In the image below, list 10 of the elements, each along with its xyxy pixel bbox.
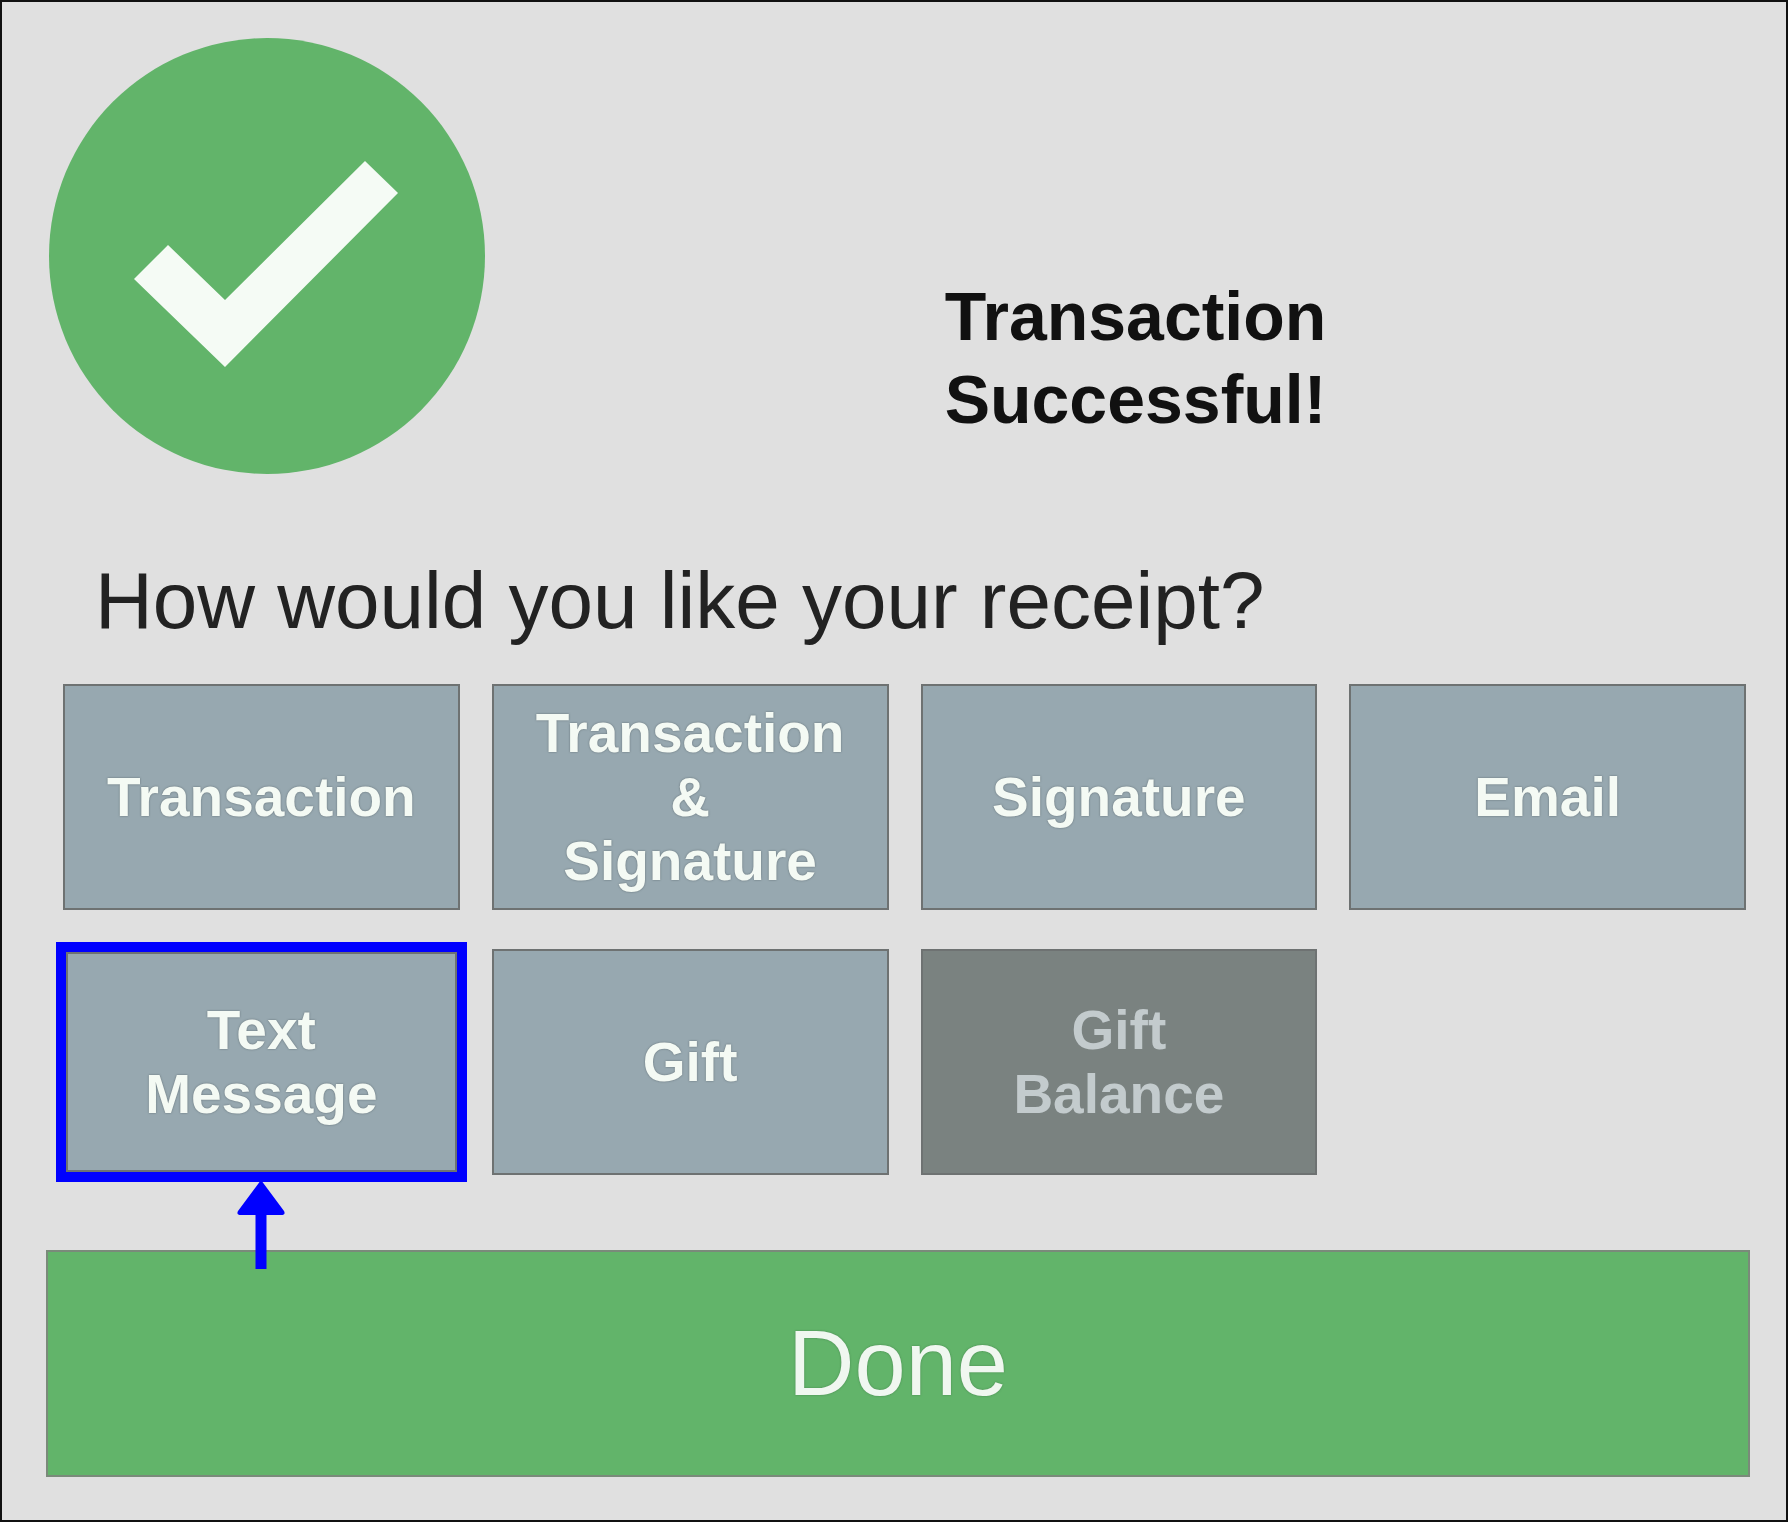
receipt-option-button[interactable]: Transaction & Signature xyxy=(491,684,889,910)
check-circle-icon xyxy=(49,38,485,474)
receipt-option-button[interactable]: Gift xyxy=(491,949,889,1175)
receipt-option-button[interactable]: Signature xyxy=(920,684,1318,910)
done-button[interactable]: Done xyxy=(46,1250,1750,1477)
receipt-option-button[interactable]: Transaction xyxy=(63,684,460,910)
receipt-option-button[interactable]: Email xyxy=(1349,684,1746,910)
receipt-prompt: How would you like your receipt? xyxy=(95,555,1265,647)
success-title: Transaction Successful! xyxy=(944,277,1327,439)
receipt-option-button[interactable]: Text Message xyxy=(66,952,457,1172)
